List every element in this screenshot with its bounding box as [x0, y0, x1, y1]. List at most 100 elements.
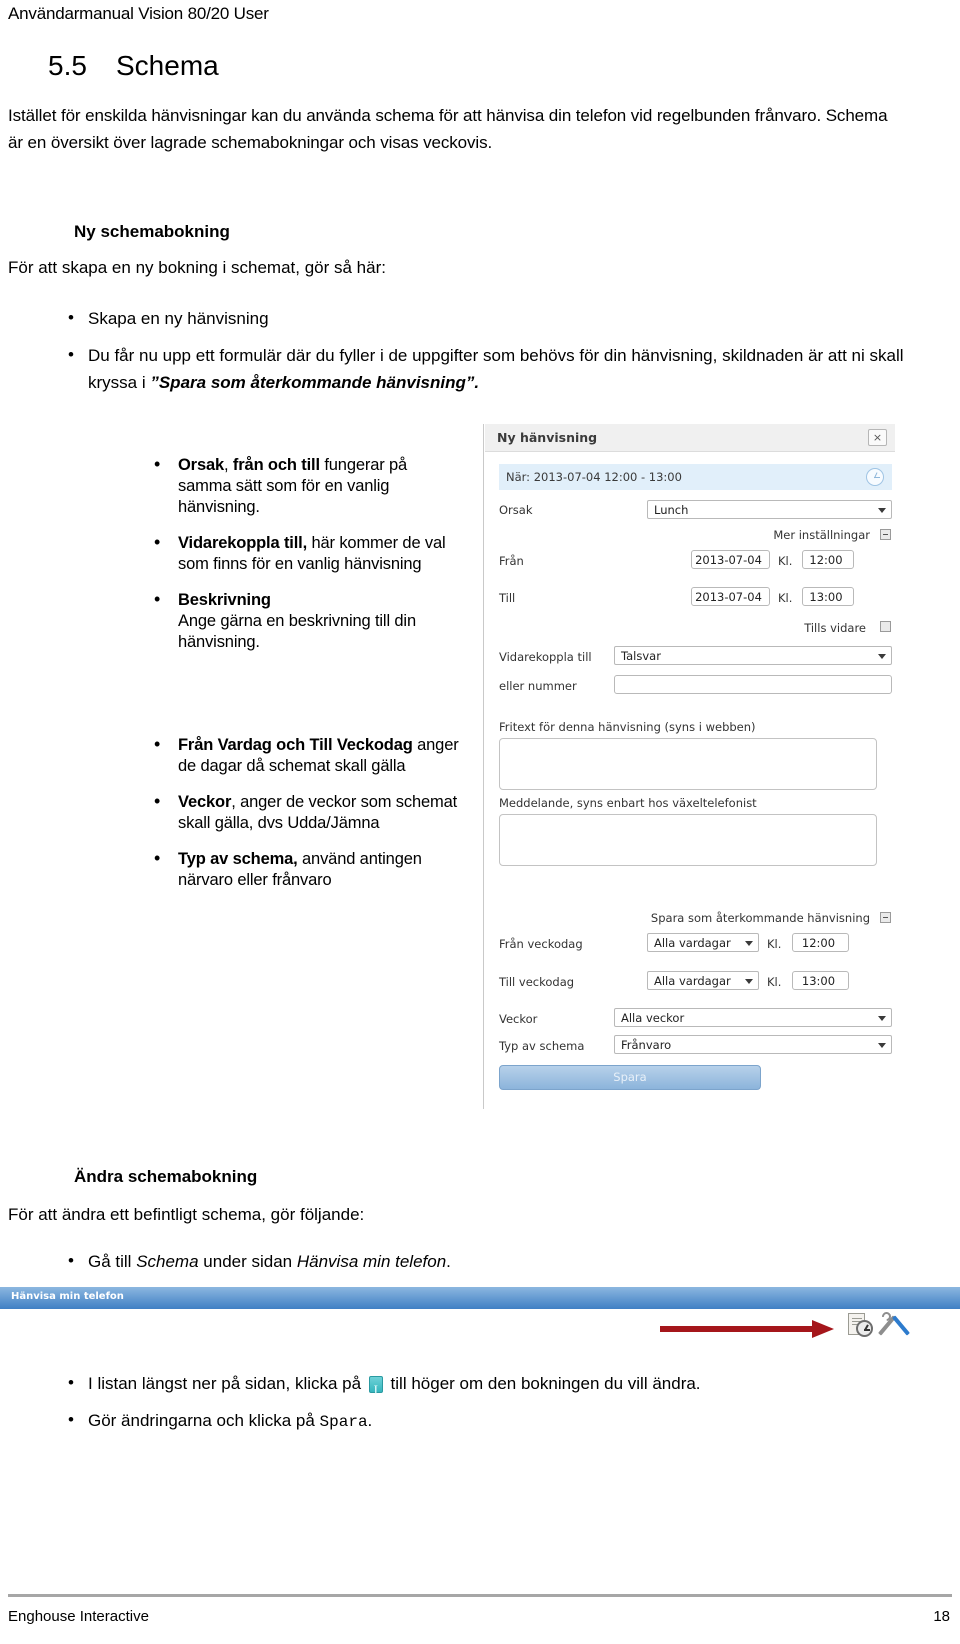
when-text: När: 2013-07-04 12:00 - 13:00 [506, 470, 682, 484]
row-more-settings[interactable]: Mer inställningar [499, 527, 892, 543]
till-date-input[interactable]: 2013-07-04 [691, 587, 770, 606]
bullet-code: Spara [319, 1413, 368, 1431]
fran-time-input[interactable]: 12:00 [802, 550, 854, 569]
list-item: Gör ändringarna och klicka på Spara. [62, 1406, 942, 1436]
annotation-bold2: från och till [232, 456, 320, 474]
fran-veckodag-select[interactable]: Alla vardagar [647, 933, 759, 952]
chevron-down-icon [745, 941, 753, 946]
meddelande-textarea[interactable] [499, 814, 877, 866]
more-settings-toggle[interactable] [880, 529, 891, 540]
page-title: 5.5 Schema [48, 50, 219, 82]
row-vidarekoppla: Vidarekoppla till Talsvar [499, 646, 892, 668]
orsak-value: Lunch [654, 503, 689, 517]
till-veckodag-kl-label: Kl. [767, 975, 782, 989]
lead-edit-booking: För att ändra ett befintligt schema, gör… [8, 1205, 365, 1224]
till-veckodag-time-input[interactable]: 13:00 [792, 971, 849, 990]
till-time-value: 13:00 [809, 590, 843, 604]
row-orsak: Orsak Lunch [499, 500, 892, 522]
intro-paragraph: Istället för enskilda hänvisningar kan d… [8, 106, 888, 152]
fran-date-input[interactable]: 2013-07-04 [691, 550, 770, 569]
annotation-list-bottom: Från Vardag och Till Veckodag anger de d… [150, 734, 460, 906]
clock-icon[interactable] [866, 468, 884, 486]
red-arrow-annotation [660, 1318, 850, 1340]
tills-vidare-label: Tills vidare [804, 621, 866, 635]
fran-veckodag-value: Alla vardagar [654, 936, 731, 950]
row-tills-vidare[interactable]: Tills vidare [499, 620, 892, 636]
annotation-bold: Orsak [178, 456, 225, 474]
footer-divider [8, 1594, 952, 1597]
recurring-toggle[interactable] [880, 912, 891, 923]
annotation-bold: Från Vardag och Till Veckodag [178, 736, 413, 754]
footer-page-number: 18 [933, 1608, 950, 1625]
annotation-plain: , [224, 456, 233, 474]
fran-date-value: 2013-07-04 [695, 553, 762, 567]
edit-icon[interactable] [368, 1376, 383, 1403]
bullet-pre: Gör ändringarna och klicka på [88, 1411, 320, 1430]
subheading-new-booking: Ny schemabokning [74, 222, 230, 241]
chevron-down-icon [878, 1016, 886, 1021]
when-summary-bar: När: 2013-07-04 12:00 - 13:00 [499, 464, 892, 490]
veckor-select[interactable]: Alla veckor [614, 1008, 892, 1027]
fran-label: Från [499, 554, 524, 568]
header-divider [8, 34, 952, 35]
save-button[interactable]: Spara [499, 1065, 761, 1090]
orsak-label: Orsak [499, 503, 533, 517]
row-recurring[interactable]: Spara som återkommande hänvisning [499, 910, 892, 926]
more-settings-label: Mer inställningar [773, 528, 870, 542]
bullet-post: . [367, 1411, 373, 1430]
vidarekoppla-select[interactable]: Talsvar [614, 646, 892, 665]
chevron-down-icon [745, 979, 753, 984]
screwdriver-shape [892, 1315, 910, 1336]
list-item: Vidarekoppla till, här kommer de val som… [150, 532, 460, 575]
vidarekoppla-value: Talsvar [621, 649, 661, 663]
dialog-titlebar: Ny hänvisning × [485, 424, 895, 452]
fritext-textarea[interactable] [499, 738, 877, 790]
bullet-pre: Gå till [88, 1252, 137, 1271]
list-item: Du får nu upp ett formulär där du fyller… [62, 341, 912, 396]
till-veckodag-select[interactable]: Alla vardagar [647, 971, 759, 990]
bullet-text: Skapa en ny hänvisning [88, 309, 269, 328]
clock-shape [856, 1320, 873, 1337]
bullet-italic-2: Hänvisa min telefon [296, 1252, 447, 1271]
new-booking-bullets: Skapa en ny hänvisning Du får nu upp ett… [62, 304, 912, 406]
fran-veckodag-kl-label: Kl. [767, 937, 782, 951]
fran-veckodag-label: Från veckodag [499, 937, 583, 951]
till-veckodag-value: Alla vardagar [654, 974, 731, 988]
row-veckor: Veckor Alla veckor [499, 1008, 892, 1030]
bullet-post: . [446, 1252, 451, 1271]
tills-vidare-checkbox[interactable] [880, 621, 891, 632]
till-date-value: 2013-07-04 [695, 590, 762, 604]
bullet-emphasis: ”Spara som återkommande hänvisning”. [150, 373, 480, 392]
row-fran: Från 2013-07-04 Kl. 12:00 [499, 550, 892, 572]
typ-select[interactable]: Frånvaro [614, 1035, 892, 1054]
annotation-bold: Veckor [178, 793, 232, 811]
edit-booking-bullet-1: Gå till Schema under sidan Hänvisa min t… [62, 1247, 912, 1285]
annotation-bold: Vidarekoppla till, [178, 534, 308, 552]
veckor-value: Alla veckor [621, 1011, 685, 1025]
tools-icon[interactable] [878, 1310, 910, 1340]
list-item: Beskrivning Ange gärna en beskrivning til… [150, 589, 460, 653]
list-item: Från Vardag och Till Veckodag anger de d… [150, 734, 460, 777]
row-till-veckodag: Till veckodag Alla vardagar Kl. 13:00 [499, 971, 892, 993]
chevron-down-icon [878, 508, 886, 513]
edit-booking-bullets-rest: I listan längst ner på sidan, klicka på … [62, 1369, 942, 1446]
till-veckodag-label: Till veckodag [499, 975, 575, 989]
row-typ-av-schema: Typ av schema Frånvaro [499, 1035, 892, 1057]
till-label: Till [499, 591, 516, 605]
till-veckodag-time-value: 13:00 [801, 974, 836, 988]
till-time-input[interactable]: 13:00 [802, 587, 854, 606]
list-item: Typ av schema, använd antingen närvaro e… [150, 848, 460, 891]
annotation-rest: Ange gärna en beskrivning till din hänvi… [178, 612, 416, 651]
vidarekoppla-label: Vidarekoppla till [499, 650, 592, 664]
list-item: Gå till Schema under sidan Hänvisa min t… [62, 1247, 912, 1275]
close-icon[interactable]: × [868, 429, 887, 446]
fran-veckodag-time-input[interactable]: 12:00 [792, 933, 849, 952]
row-eller-nummer: eller nummer [499, 675, 892, 697]
schedule-icon[interactable] [848, 1312, 876, 1340]
orsak-select[interactable]: Lunch [647, 500, 892, 519]
veckor-label: Veckor [499, 1012, 538, 1026]
ny-hanvisning-dialog: Ny hänvisning × När: 2013-07-04 12:00 - … [483, 424, 895, 1109]
eller-nummer-label: eller nummer [499, 679, 577, 693]
bullet-italic-1: Schema [136, 1252, 199, 1271]
eller-nummer-input[interactable] [614, 675, 892, 694]
